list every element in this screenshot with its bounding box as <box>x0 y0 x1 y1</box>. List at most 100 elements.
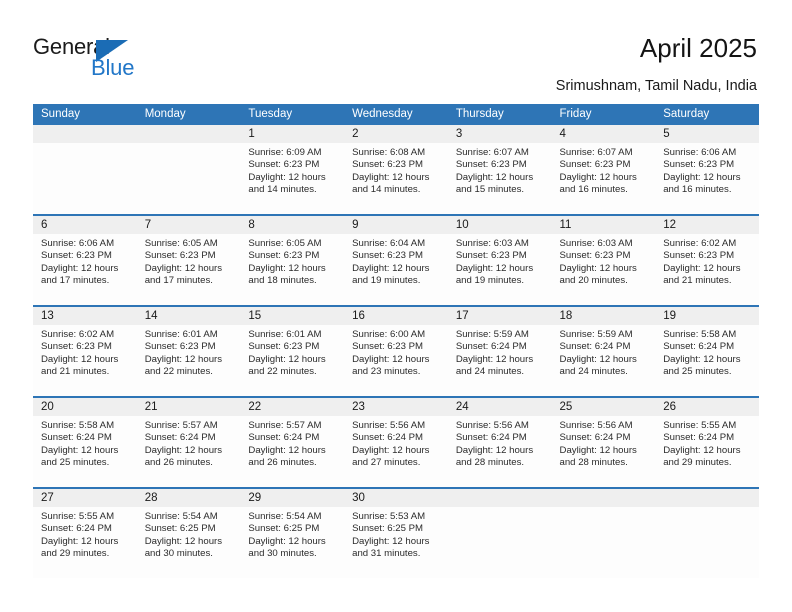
daylight-text-line2: and 16 minutes. <box>663 184 732 196</box>
daylight-text-line2: and 28 minutes. <box>559 457 628 469</box>
day-number[interactable]: 10 <box>448 216 552 234</box>
sunrise-text: Sunrise: 6:02 AM <box>663 238 737 249</box>
sunrise-text: Sunrise: 5:55 AM <box>41 511 115 522</box>
day-number[interactable] <box>448 489 552 507</box>
day-number[interactable]: 15 <box>240 307 344 325</box>
page-subtitle-location: Srimushnam, Tamil Nadu, India <box>555 78 757 94</box>
week-row: 1 2 3 4 5 Sunrise: 6:09 AM Sunset: 6:23 … <box>33 125 759 214</box>
week-row: 27 28 29 30 Sunrise: 5:55 AM Sunset: 6:2… <box>33 487 759 578</box>
daylight-text-line2: and 21 minutes. <box>663 275 732 287</box>
daylight-text-line2: and 14 minutes. <box>352 184 421 196</box>
day-cell: Sunrise: 5:59 AM Sunset: 6:24 PM Dayligh… <box>448 325 552 396</box>
sunset-text: Sunset: 6:23 PM <box>41 250 112 262</box>
daylight-text-line1: Daylight: 12 hours <box>455 171 534 183</box>
logo-text-blue: Blue <box>91 55 135 80</box>
day-number[interactable]: 12 <box>655 216 759 234</box>
day-number[interactable]: 3 <box>448 125 552 143</box>
day-number[interactable]: 8 <box>240 216 344 234</box>
day-cell: Sunrise: 5:56 AM Sunset: 6:24 PM Dayligh… <box>552 416 656 487</box>
daylight-text-line2: and 28 minutes. <box>455 457 525 469</box>
day-number[interactable]: 26 <box>655 398 759 416</box>
day-number[interactable]: 7 <box>137 216 241 234</box>
day-cell: Sunrise: 6:06 AM Sunset: 6:23 PM Dayligh… <box>655 143 759 214</box>
day-number[interactable]: 11 <box>552 216 656 234</box>
day-number[interactable]: 14 <box>137 307 241 325</box>
day-number[interactable]: 2 <box>344 125 448 143</box>
day-number[interactable]: 9 <box>344 216 448 234</box>
day-number[interactable]: 23 <box>344 398 448 416</box>
daylight-text-line2: and 30 minutes. <box>248 548 317 560</box>
sunset-text: Sunset: 6:24 PM <box>144 432 216 444</box>
daylight-text-line1: Daylight: 12 hours <box>144 353 223 365</box>
day-cell: Sunrise: 6:07 AM Sunset: 6:23 PM Dayligh… <box>552 143 656 214</box>
general-blue-logo[interactable]: General Blue <box>33 34 163 82</box>
sunrise-text: Sunrise: 5:57 AM <box>144 420 218 431</box>
sunset-text: Sunset: 6:24 PM <box>41 432 112 444</box>
sunset-text: Sunset: 6:24 PM <box>559 432 631 444</box>
daylight-text-line2: and 17 minutes. <box>41 275 110 287</box>
day-number[interactable] <box>33 125 137 143</box>
daylight-text-line1: Daylight: 12 hours <box>663 444 741 456</box>
week-content-strip: Sunrise: 5:55 AM Sunset: 6:24 PM Dayligh… <box>33 507 759 578</box>
day-number[interactable]: 30 <box>344 489 448 507</box>
day-number[interactable]: 16 <box>344 307 448 325</box>
sunset-text: Sunset: 6:23 PM <box>41 341 112 353</box>
day-number[interactable]: 17 <box>448 307 552 325</box>
daylight-text-line1: Daylight: 12 hours <box>352 171 430 183</box>
day-number[interactable]: 27 <box>33 489 137 507</box>
day-number[interactable]: 21 <box>137 398 241 416</box>
sunset-text: Sunset: 6:23 PM <box>352 341 424 353</box>
day-number[interactable]: 25 <box>552 398 656 416</box>
day-cell: Sunrise: 5:54 AM Sunset: 6:25 PM Dayligh… <box>137 507 241 578</box>
day-number[interactable] <box>137 125 241 143</box>
day-cell: Sunrise: 6:04 AM Sunset: 6:23 PM Dayligh… <box>344 234 448 305</box>
day-number[interactable]: 24 <box>448 398 552 416</box>
day-number[interactable]: 19 <box>655 307 759 325</box>
daylight-text-line1: Daylight: 12 hours <box>248 535 326 547</box>
daylight-text-line1: Daylight: 12 hours <box>352 262 430 274</box>
daylight-text-line2: and 19 minutes. <box>455 275 525 287</box>
sunrise-text: Sunrise: 6:02 AM <box>41 329 115 340</box>
day-cell: Sunrise: 5:57 AM Sunset: 6:24 PM Dayligh… <box>137 416 241 487</box>
daylight-text-line1: Daylight: 12 hours <box>144 444 223 456</box>
weekday-header-row: Sunday Monday Tuesday Wednesday Thursday… <box>33 104 759 125</box>
sunrise-text: Sunrise: 6:05 AM <box>144 238 218 249</box>
daylight-text-line2: and 25 minutes. <box>663 366 732 378</box>
day-cell: Sunrise: 5:55 AM Sunset: 6:24 PM Dayligh… <box>33 507 137 578</box>
daylight-text-line2: and 19 minutes. <box>352 275 421 287</box>
week-date-strip: 1 2 3 4 5 <box>33 125 759 143</box>
day-cell: Sunrise: 5:56 AM Sunset: 6:24 PM Dayligh… <box>344 416 448 487</box>
week-content-strip: Sunrise: 5:58 AM Sunset: 6:24 PM Dayligh… <box>33 416 759 487</box>
daylight-text-line1: Daylight: 12 hours <box>352 535 430 547</box>
day-number[interactable]: 4 <box>552 125 656 143</box>
day-number[interactable]: 1 <box>240 125 344 143</box>
sunrise-text: Sunrise: 5:56 AM <box>352 420 426 431</box>
day-number[interactable] <box>655 489 759 507</box>
sunset-text: Sunset: 6:23 PM <box>559 159 631 171</box>
day-cell: Sunrise: 5:59 AM Sunset: 6:24 PM Dayligh… <box>552 325 656 396</box>
weekday-header-thursday: Thursday <box>455 108 504 120</box>
sunrise-text: Sunrise: 5:56 AM <box>559 420 633 431</box>
weekday-header-tuesday: Tuesday <box>248 108 293 120</box>
day-number[interactable]: 6 <box>33 216 137 234</box>
sunrise-text: Sunrise: 5:58 AM <box>41 420 115 431</box>
daylight-text-line2: and 23 minutes. <box>352 366 421 378</box>
day-number[interactable]: 22 <box>240 398 344 416</box>
day-number[interactable]: 13 <box>33 307 137 325</box>
day-number[interactable]: 20 <box>33 398 137 416</box>
daylight-text-line2: and 17 minutes. <box>144 275 213 287</box>
sunset-text: Sunset: 6:23 PM <box>455 250 527 262</box>
week-date-strip: 13 14 15 16 17 18 19 <box>33 307 759 325</box>
week-row: 6 7 8 9 10 11 12 Sunrise: 6:06 AM Sunset… <box>33 214 759 305</box>
day-number[interactable] <box>552 489 656 507</box>
week-date-strip: 27 28 29 30 <box>33 489 759 507</box>
day-number[interactable]: 29 <box>240 489 344 507</box>
day-cell: Sunrise: 5:56 AM Sunset: 6:24 PM Dayligh… <box>448 416 552 487</box>
daylight-text-line1: Daylight: 12 hours <box>248 353 326 365</box>
week-content-strip: Sunrise: 6:06 AM Sunset: 6:23 PM Dayligh… <box>33 234 759 305</box>
day-number[interactable]: 28 <box>137 489 241 507</box>
day-number[interactable]: 18 <box>552 307 656 325</box>
day-number[interactable]: 5 <box>655 125 759 143</box>
day-cell: Sunrise: 6:05 AM Sunset: 6:23 PM Dayligh… <box>240 234 344 305</box>
daylight-text-line2: and 29 minutes. <box>663 457 732 469</box>
